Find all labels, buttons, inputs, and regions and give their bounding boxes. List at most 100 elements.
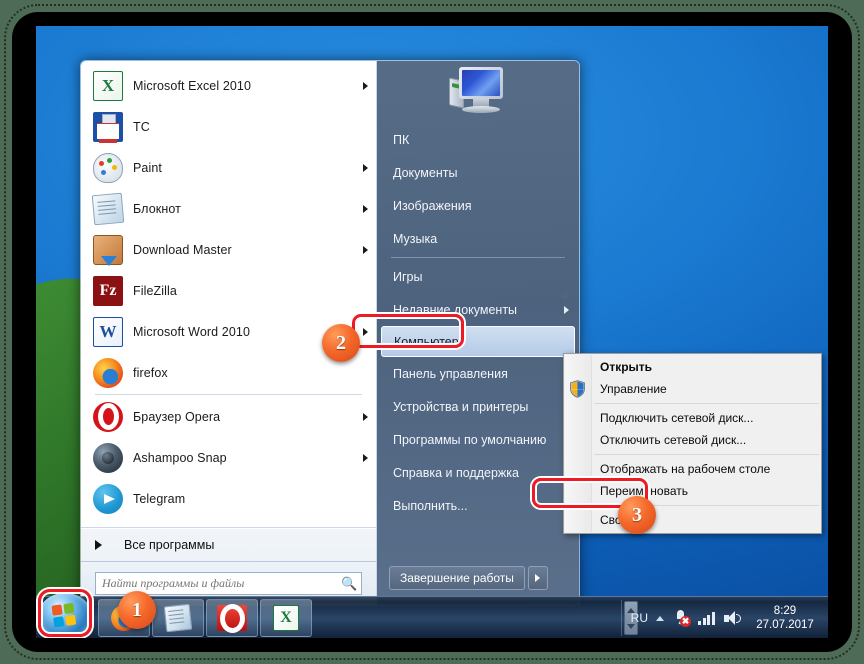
taskbar-button-notepad[interactable] [152,599,204,637]
right-menu-item-control-panel[interactable]: Панель управления [377,357,579,390]
right-menu-item-run[interactable]: Выполнить... [377,489,579,522]
right-menu-item-default-programs[interactable]: Программы по умолчанию [377,423,579,456]
taskbar-button-excel[interactable]: X [260,599,312,637]
submenu-arrow-icon [564,305,569,314]
filezilla-icon: Fz [93,275,123,306]
shutdown-options-button[interactable] [527,566,548,590]
user-picture[interactable] [377,61,579,123]
right-menu-item-recent-documents[interactable]: Недавние документы [377,293,579,326]
language-indicator[interactable]: RU [631,611,648,625]
opera-icon [217,605,247,631]
network-signal-icon[interactable] [698,611,716,625]
context-menu-item-disconnect-network-drive[interactable]: Отключить сетевой диск... [564,429,821,451]
right-menu-item-documents[interactable]: Документы [377,156,579,189]
excel-icon: X [93,70,123,101]
right-menu-item-label: Панель управления [393,366,508,381]
start-menu-item-filezilla[interactable]: Fz FileZilla [81,270,376,311]
menu-separator [391,257,565,258]
submenu-arrow-icon [363,81,368,90]
notepad-icon [91,192,125,225]
context-menu-item-properties[interactable]: Свойства [564,509,821,531]
context-menu-item-label: Отображать на рабочем столе [600,462,771,476]
start-menu-item-label: Microsoft Word 2010 [133,324,250,339]
right-menu-item-help-support[interactable]: Справка и поддержка [377,456,579,489]
step-badge-label: 1 [132,598,142,621]
submenu-arrow-icon [363,453,368,462]
windows-start-orb-icon [51,602,78,629]
network-plug-error-icon[interactable]: ✖ [672,610,691,628]
step-badge-label: 3 [632,503,642,526]
right-menu-item-label: Программы по умолчанию [393,432,547,447]
desktop[interactable]: ✹ X Microsoft Excel 2010 TC Paint [36,26,828,638]
context-menu-separator [594,454,819,455]
right-menu-item-label: Выполнить... [393,498,468,513]
start-menu-item-ashampoo-snap[interactable]: Ashampoo Snap [81,437,376,478]
clock-time: 8:29 [773,605,797,617]
shutdown-button[interactable]: Завершение работы [389,566,525,590]
step-badge-label: 2 [336,331,346,354]
opera-icon [93,401,123,432]
start-menu-item-notepad[interactable]: Блокнот [81,188,376,229]
start-menu-item-excel[interactable]: X Microsoft Excel 2010 [81,65,376,106]
start-menu-right-pane: ПК Документы Изображения Музыка Игры Нед… [377,61,579,605]
excel-icon: X [273,605,299,631]
clock[interactable]: 8:29 27.07.2017 [750,604,820,632]
taskbar: X RU ✖ 8:29 27.07.2017 [36,593,828,638]
start-menu-item-telegram[interactable]: Telegram [81,478,376,519]
start-menu-item-label: FileZilla [133,283,177,298]
context-menu-separator [594,403,819,404]
chevron-right-icon [535,574,541,582]
right-menu-item-label: Справка и поддержка [393,465,519,480]
context-menu-item-map-network-drive[interactable]: Подключить сетевой диск... [564,407,821,429]
right-menu-item-label: Игры [393,269,423,284]
total-commander-icon [93,111,123,142]
right-menu-item-music[interactable]: Музыка [377,222,579,255]
start-menu-item-label: Download Master [133,242,232,257]
context-menu-item-show-on-desktop[interactable]: Отображать на рабочем столе [564,458,821,480]
start-menu-item-label: Блокнот [133,201,181,216]
right-menu-item-games[interactable]: Игры [377,260,579,293]
uac-shield-icon [570,380,585,398]
submenu-arrow-icon [363,163,368,172]
search-input[interactable] [102,576,341,591]
right-menu-item-label: Музыка [393,231,438,246]
right-menu-item-devices-printers[interactable]: Устройства и принтеры [377,390,579,423]
clock-date: 27.07.2017 [756,619,814,631]
right-menu-item-label: Устройства и принтеры [393,399,529,414]
right-menu-item-label: ПК [393,132,410,147]
start-menu-item-tc[interactable]: TC [81,106,376,147]
submenu-arrow-icon [363,327,368,336]
shutdown-label: Завершение работы [400,571,514,585]
start-menu-item-paint[interactable]: Paint [81,147,376,188]
all-programs-label: Все программы [124,537,215,552]
right-menu-item-pictures[interactable]: Изображения [377,189,579,222]
volume-icon[interactable] [724,610,742,626]
start-button[interactable] [38,593,92,638]
start-menu-item-label: Telegram [133,491,186,506]
start-menu-item-download-master[interactable]: Download Master [81,229,376,270]
taskbar-button-opera[interactable] [206,599,258,637]
right-menu-item-label: Недавние документы [393,302,518,317]
step-badge-3: 3 [618,496,656,534]
context-menu-item-label: Отключить сетевой диск... [600,433,747,447]
menu-separator [95,394,362,395]
right-menu-item-pc[interactable]: ПК [377,123,579,156]
context-menu-item-open[interactable]: Открыть [564,356,821,378]
right-menu-item-computer[interactable]: Компьютер [381,326,575,357]
right-menu-item-label: Изображения [393,198,472,213]
search-icon: 🔍 [341,575,358,591]
all-programs-button[interactable]: Все программы [81,527,376,561]
ashampoo-snap-icon [93,442,123,473]
download-master-icon [93,234,123,266]
context-menu-item-rename[interactable]: Переименовать [564,480,821,502]
context-menu-item-label: Подключить сетевой диск... [600,411,754,425]
start-menu-item-label: firefox [133,365,168,380]
start-menu-item-label: TC [133,119,150,134]
start-menu-item-opera[interactable]: Браузер Opera [81,396,376,437]
context-menu-item-label: Управление [600,382,667,396]
firefox-icon [93,357,123,388]
chevron-up-icon[interactable] [656,615,664,621]
context-menu-item-manage[interactable]: Управление [564,378,821,400]
system-tray: RU ✖ 8:29 27.07.2017 [631,599,826,637]
submenu-arrow-icon [363,412,368,421]
